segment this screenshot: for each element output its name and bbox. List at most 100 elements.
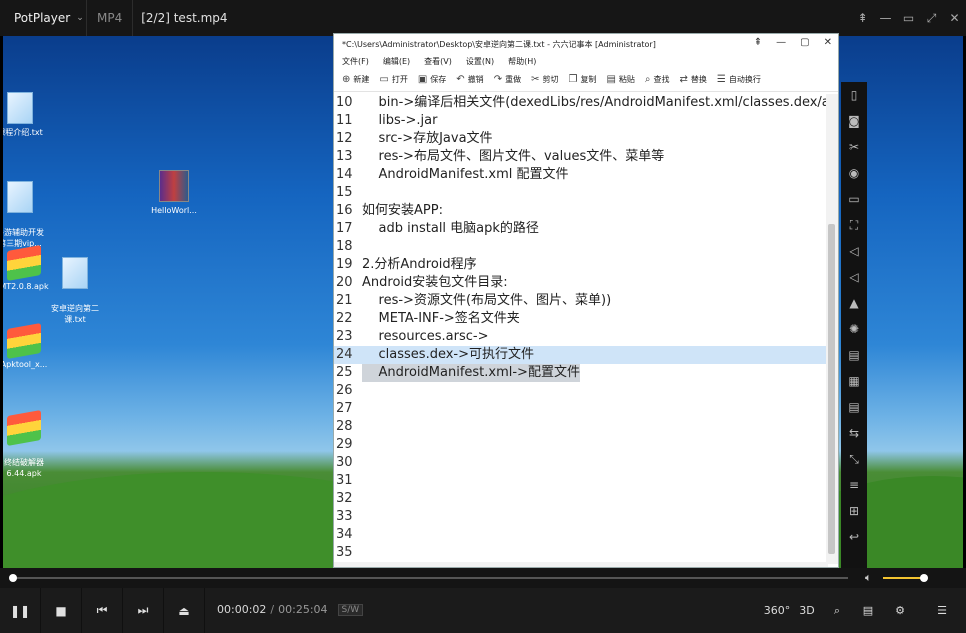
editor-line[interactable]: 30 bbox=[334, 454, 828, 472]
open-button[interactable]: ▭ 打开 bbox=[379, 74, 407, 85]
editor-line[interactable]: 13 res->布局文件、图片文件、values文件、菜单等 bbox=[334, 148, 828, 166]
pin-icon[interactable]: ⇞ bbox=[851, 11, 874, 25]
notepad-window[interactable]: *C:\Users\Administrator\Desktop\安卓逆向第二课.… bbox=[333, 33, 839, 568]
menu-help[interactable]: 帮助(H) bbox=[508, 56, 536, 67]
resize-icon[interactable]: ⤡ bbox=[841, 446, 867, 472]
player-menu-button[interactable]: PotPlayer ⌄ bbox=[0, 11, 86, 25]
eject-button[interactable]: ⏏︎ bbox=[164, 588, 205, 633]
notepad-title-bar: *C:\Users\Administrator\Desktop\安卓逆向第二课.… bbox=[334, 34, 838, 54]
desktop-icon[interactable]: Apktool_x... bbox=[3, 323, 59, 370]
editor-line[interactable]: 11 libs->.jar bbox=[334, 112, 828, 130]
editor-line[interactable]: 12 src->存放Java文件 bbox=[334, 130, 828, 148]
editor-line[interactable]: 26 bbox=[334, 382, 828, 400]
find-button[interactable]: ⌕ 查找 bbox=[645, 74, 670, 85]
undo-button[interactable]: ↶ 撤销 bbox=[456, 74, 483, 85]
3d-button[interactable]: 3D bbox=[792, 588, 822, 633]
subtitle-icon[interactable]: ▭ bbox=[841, 186, 867, 212]
seek-bar[interactable] bbox=[12, 577, 848, 579]
editor-line[interactable]: 21 res->资源文件(布局文件、图片、菜单)) bbox=[334, 292, 828, 310]
playlist-button[interactable]: ▤ bbox=[853, 588, 883, 633]
desktop-icon-label: 课程介绍.txt bbox=[3, 128, 43, 137]
editor-line[interactable]: 20 Android安装包文件目录: bbox=[334, 274, 828, 292]
previous-button[interactable]: ⏮︎ bbox=[82, 588, 123, 633]
editor-line[interactable]: 35 bbox=[334, 544, 828, 562]
editor-line[interactable]: 25 AndroidManifest.xml->配置文件 bbox=[334, 364, 828, 382]
next-button[interactable]: ⏭︎ bbox=[123, 588, 164, 633]
capture-icon[interactable]: ◙ bbox=[841, 108, 867, 134]
horizontal-scrollbar[interactable] bbox=[334, 562, 828, 567]
list-icon[interactable]: ≡ bbox=[841, 472, 867, 498]
desktop-icon[interactable]: 课程介绍.txt bbox=[3, 92, 55, 138]
editor-line[interactable]: 31 bbox=[334, 472, 828, 490]
delete-icon[interactable]: ▯ bbox=[841, 82, 867, 108]
maximize-icon[interactable]: ▢ bbox=[800, 37, 809, 48]
editor-line[interactable]: 32 bbox=[334, 490, 828, 508]
vertical-scrollbar[interactable] bbox=[826, 94, 838, 564]
cut-icon[interactable]: ✂ bbox=[841, 134, 867, 160]
decoder-badge[interactable]: S/W bbox=[337, 603, 364, 616]
back-icon[interactable]: ↩ bbox=[841, 524, 867, 550]
editor-line[interactable]: 18 bbox=[334, 238, 828, 256]
pause-button[interactable]: ❚❚ bbox=[0, 588, 41, 633]
grid-icon[interactable]: ⊞ bbox=[841, 498, 867, 524]
editor-line[interactable]: 16 如何安装APP: bbox=[334, 202, 828, 220]
close-icon[interactable]: ✕ bbox=[943, 11, 966, 25]
zoom-button[interactable]: ⌕ bbox=[822, 588, 852, 633]
editor-line[interactable]: 19 2.分析Android程序 bbox=[334, 256, 828, 274]
upload-icon[interactable]: ▲ bbox=[841, 290, 867, 316]
desktop-icon[interactable]: HelloWorl... bbox=[139, 170, 209, 216]
cut-button[interactable]: ✂ 剪切 bbox=[531, 74, 558, 85]
menu-settings[interactable]: 设置(N) bbox=[466, 56, 494, 67]
word-wrap-button[interactable]: ☰ 自动换行 bbox=[717, 74, 761, 85]
copy-button[interactable]: ❐ 复制 bbox=[568, 74, 596, 85]
audio-icon[interactable]: ◁ bbox=[841, 238, 867, 264]
editor-line[interactable]: 15 bbox=[334, 184, 828, 202]
menu-view[interactable]: 查看(V) bbox=[424, 56, 452, 67]
text-editor[interactable]: 10 bin->编译后相关文件(dexedLibs/res/AndroidMan… bbox=[334, 94, 828, 564]
editor-line[interactable]: 10 bin->编译后相关文件(dexedLibs/res/AndroidMan… bbox=[334, 94, 828, 112]
location-icon[interactable]: ◉ bbox=[841, 160, 867, 186]
paste-button[interactable]: ▤ 粘贴 bbox=[606, 74, 634, 85]
volume-handle[interactable] bbox=[919, 574, 928, 582]
replace-button[interactable]: ⇄ 替换 bbox=[680, 74, 707, 85]
desktop-icon[interactable]: 终结破解器 6.44.apk bbox=[3, 402, 59, 490]
editor-line[interactable]: 14 AndroidManifest.xml 配置文件 bbox=[334, 166, 828, 184]
maximize-icon[interactable]: ▭ bbox=[897, 11, 920, 25]
minimize-icon[interactable]: — bbox=[874, 11, 897, 25]
editor-line[interactable]: 33 bbox=[334, 508, 828, 526]
playlist-icon[interactable]: ▦ bbox=[841, 368, 867, 394]
video-settings-icon[interactable]: ▤ bbox=[841, 342, 867, 368]
editor-line[interactable]: 34 bbox=[334, 526, 828, 544]
scrollbar-thumb[interactable] bbox=[828, 224, 835, 554]
menu-button[interactable]: ☰ bbox=[927, 588, 957, 633]
new-button[interactable]: ⊕ 新建 bbox=[342, 74, 369, 85]
settings-button[interactable]: ⚙ bbox=[885, 588, 915, 633]
minimize-icon[interactable]: — bbox=[776, 37, 786, 48]
stop-button[interactable]: ■ bbox=[41, 588, 82, 633]
notepad-toolbar: ⊕ 新建 ▭ 打开 ▣ 保存 ↶ 撤销 ↷ 重做 ✂ 剪切 ❐ 复制 ▤ 粘贴 ⌕ 查找 ⇄ 替换 … bbox=[334, 68, 838, 92]
editor-line[interactable]: 24 classes.dex->可执行文件 bbox=[334, 346, 828, 364]
vr-360-button[interactable]: 360° bbox=[762, 588, 792, 633]
menu-file[interactable]: 文件(F) bbox=[342, 56, 369, 67]
editor-line[interactable]: 27 bbox=[334, 400, 828, 418]
editor-line[interactable]: 29 bbox=[334, 436, 828, 454]
chapter-icon[interactable]: ▤ bbox=[841, 394, 867, 420]
fullscreen-icon[interactable]: ⤢ bbox=[920, 11, 943, 26]
audio-icon[interactable]: ◁ bbox=[841, 264, 867, 290]
close-icon[interactable]: ✕ bbox=[824, 37, 832, 48]
redo-button[interactable]: ↷ 重做 bbox=[494, 74, 521, 85]
menu-edit[interactable]: 编辑(E) bbox=[383, 56, 410, 67]
effects-icon[interactable]: ✺ bbox=[841, 316, 867, 342]
volume-icon[interactable]: 🔈︎ bbox=[865, 571, 872, 585]
swap-icon[interactable]: ⇆ bbox=[841, 420, 867, 446]
save-button[interactable]: ▣ 保存 bbox=[418, 74, 446, 85]
desktop-icon[interactable]: 安卓逆向第二 课.txt bbox=[40, 246, 110, 336]
editor-line[interactable]: 23 resources.arsc-> bbox=[334, 328, 828, 346]
pin-icon[interactable]: ⇞ bbox=[754, 37, 762, 48]
volume-slider[interactable] bbox=[883, 574, 928, 582]
editor-line[interactable]: 22 META-INF->签名文件夹 bbox=[334, 310, 828, 328]
editor-line[interactable]: 17 adb install 电脑apk的路径 bbox=[334, 220, 828, 238]
aspect-icon[interactable]: ⛶ bbox=[841, 212, 867, 238]
seek-handle[interactable] bbox=[8, 574, 17, 582]
editor-line[interactable]: 28 bbox=[334, 418, 828, 436]
